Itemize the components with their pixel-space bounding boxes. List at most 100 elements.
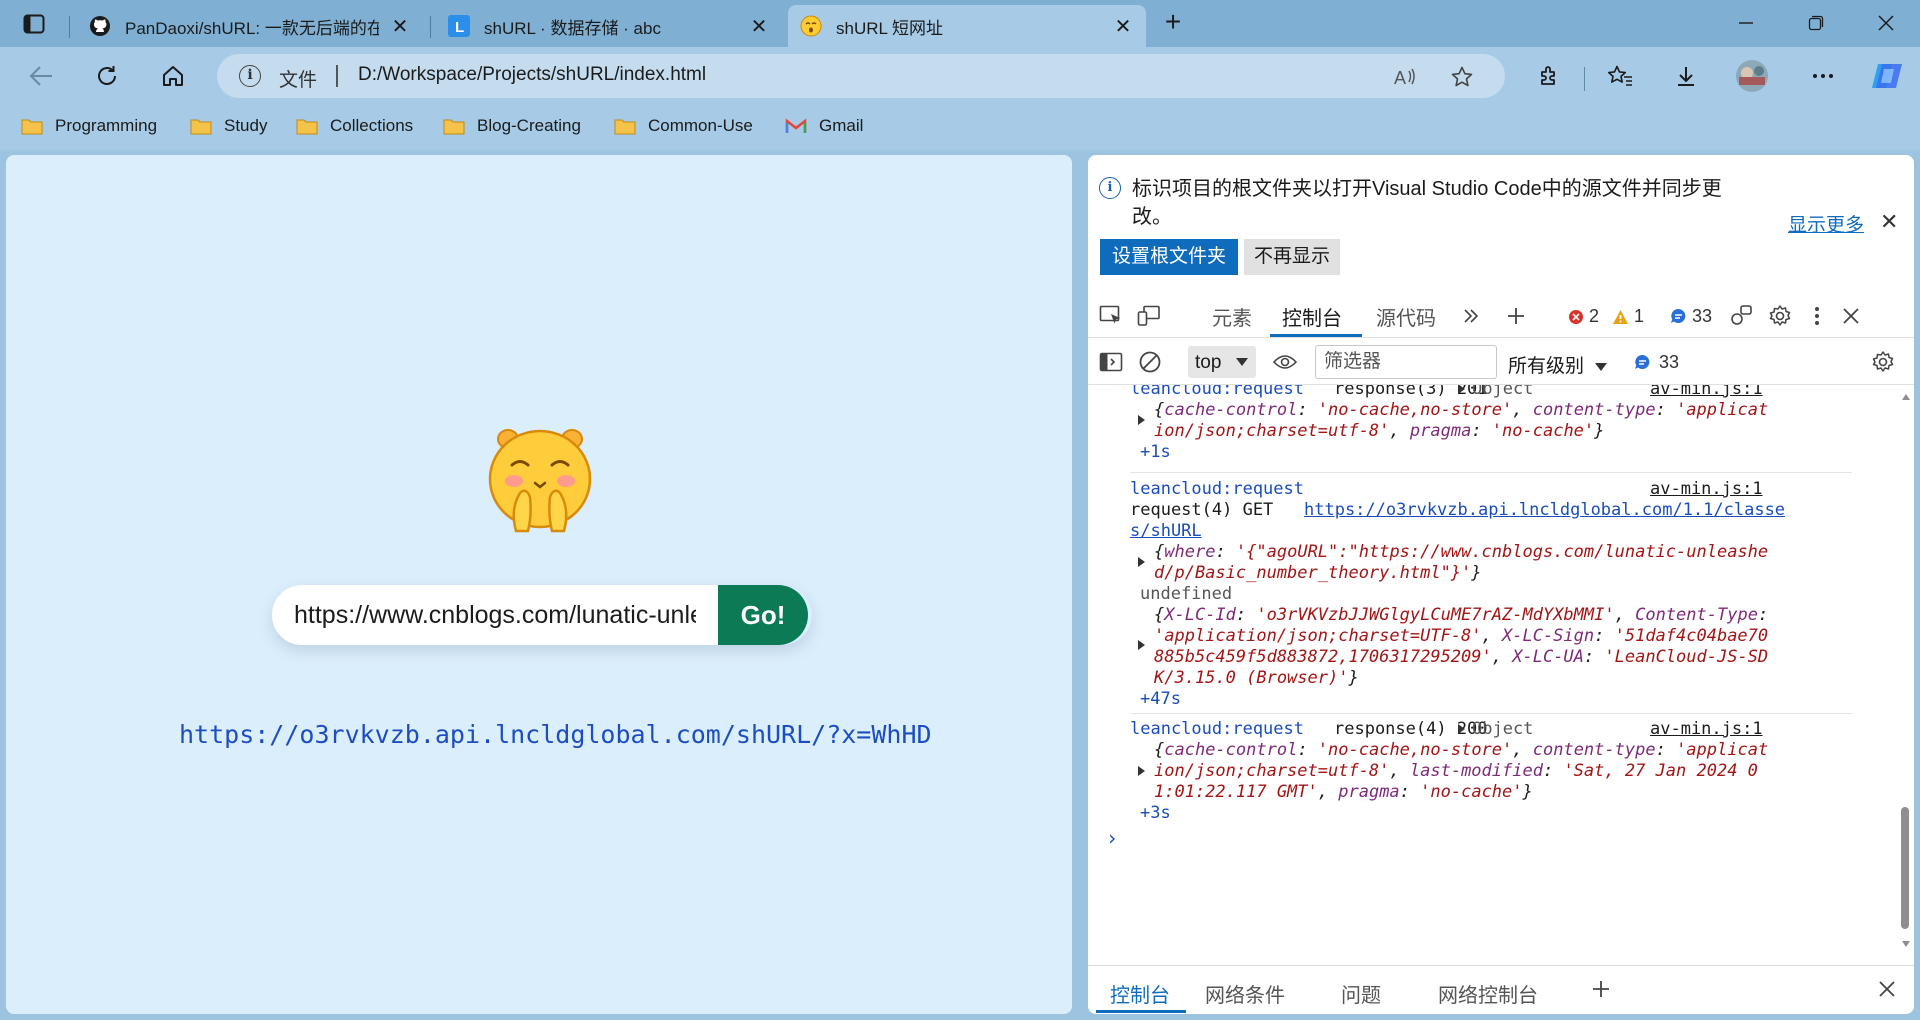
- page-viewport: Go! https://o3rvkvzb.api.lncldglobal.com…: [6, 155, 1072, 1014]
- tab-shurl[interactable]: shURL 短网址 ✕: [788, 5, 1146, 47]
- bookmark-gmail[interactable]: Gmail: [785, 116, 863, 136]
- log-headers-preview[interactable]: {X-LC-Id: 'o3rVKVzbJJWGlgyLCuME7rAZ-MdYX…: [1154, 605, 1768, 626]
- short-url-link[interactable]: https://o3rvkvzb.api.lncldglobal.com/shU…: [179, 720, 932, 749]
- clear-console-icon[interactable]: [1137, 349, 1163, 375]
- bookmark-collections[interactable]: Collections: [296, 116, 413, 136]
- live-expression-eye-icon[interactable]: [1272, 349, 1298, 375]
- log-timing: +1s: [1140, 442, 1171, 462]
- tab-console[interactable]: 控制台: [1282, 302, 1342, 331]
- bookmark-label: Collections: [330, 116, 414, 135]
- console-settings-icon[interactable]: [1870, 349, 1896, 375]
- expand-triangle-icon[interactable]: [1458, 724, 1465, 734]
- show-sidebar-icon[interactable]: [1098, 349, 1124, 375]
- settings-gear-icon[interactable]: [1767, 303, 1793, 329]
- close-devtools-icon[interactable]: [1838, 303, 1864, 329]
- profile-avatar[interactable]: [1735, 59, 1769, 93]
- filter-input[interactable]: [1315, 345, 1497, 379]
- tab-elements[interactable]: 元素: [1212, 302, 1252, 331]
- warning-count-badge[interactable]: 1: [1612, 306, 1644, 327]
- log-source-link[interactable]: av-min.js:1: [1650, 719, 1763, 740]
- go-button[interactable]: Go!: [718, 585, 808, 645]
- dont-show-again-button[interactable]: 不再显示: [1244, 239, 1340, 275]
- issues-feedback-icon[interactable]: [1728, 303, 1754, 329]
- tab-actions-icon[interactable]: [18, 9, 50, 39]
- toolbar-divider: [1584, 67, 1585, 91]
- site-info-icon[interactable]: i: [239, 65, 261, 87]
- extensions-icon[interactable]: [1532, 59, 1566, 93]
- drawer-tab-network-console[interactable]: 网络控制台: [1438, 979, 1538, 1008]
- log-object-preview[interactable]: {where: '{"agoURL":"https://www.cnblogs.…: [1154, 542, 1768, 563]
- add-tool-icon[interactable]: [1503, 303, 1529, 329]
- error-icon: [1569, 309, 1583, 324]
- log-request-url[interactable]: https://o3rvkvzb.api.lncldglobal.com/1.1…: [1304, 500, 1785, 521]
- active-drawer-indicator: [1096, 1010, 1186, 1013]
- tab-title: shURL · 数据存储 · abc: [484, 18, 661, 38]
- bookmark-label: Programming: [55, 116, 158, 135]
- add-drawer-tool-icon[interactable]: [1588, 976, 1614, 1002]
- new-tab-icon[interactable]: +: [1158, 8, 1188, 38]
- copilot-icon[interactable]: [1867, 59, 1907, 93]
- tab-leancloud[interactable]: L shURL · 数据存储 · abc ✕: [436, 5, 782, 47]
- message-count-badge[interactable]: 33: [1670, 306, 1712, 327]
- downloads-icon[interactable]: [1669, 59, 1703, 93]
- message-count: 33: [1659, 352, 1680, 372]
- read-aloud-icon[interactable]: A: [1393, 65, 1417, 89]
- log-object-label[interactable]: Object: [1472, 385, 1533, 400]
- address-bar[interactable]: i 文件 D:/Workspace/Projects/shURL/index.h…: [217, 54, 1505, 98]
- console-prompt-icon[interactable]: ›: [1106, 826, 1118, 850]
- expand-triangle-icon[interactable]: [1138, 415, 1145, 425]
- drawer-tab-network-conditions[interactable]: 网络条件: [1205, 979, 1285, 1008]
- log-namespace: leancloud:request: [1130, 479, 1304, 499]
- bookmark-common-use[interactable]: Common-Use: [614, 116, 753, 136]
- log-object-preview-cont: 1:01:22.117 GMT', pragma: 'no-cache'}: [1154, 782, 1533, 802]
- log-source-link[interactable]: av-min.js:1: [1650, 385, 1763, 400]
- error-count-badge[interactable]: 2: [1568, 306, 1599, 327]
- customize-menu-icon[interactable]: [1804, 303, 1830, 329]
- gmail-icon: [785, 117, 807, 135]
- bookmark-blog-creating[interactable]: Blog-Creating: [443, 116, 581, 136]
- close-window-icon[interactable]: [1871, 8, 1901, 38]
- log-source-link[interactable]: av-min.js:1: [1650, 479, 1763, 500]
- log-request-url-cont[interactable]: s/shURL: [1130, 521, 1202, 542]
- log-timing: +3s: [1140, 803, 1171, 823]
- refresh-icon[interactable]: [90, 59, 124, 93]
- close-tab-icon[interactable]: ✕: [389, 15, 411, 38]
- expand-triangle-icon[interactable]: [1458, 385, 1465, 394]
- levels-label: 所有级别: [1508, 356, 1585, 377]
- expand-triangle-icon[interactable]: [1138, 640, 1145, 650]
- long-url-input[interactable]: [272, 585, 718, 645]
- log-object-preview[interactable]: {cache-control: 'no-cache,no-store', con…: [1154, 740, 1768, 761]
- expand-triangle-icon[interactable]: [1138, 557, 1145, 567]
- minimize-icon[interactable]: [1731, 8, 1761, 38]
- toolbar-message-count[interactable]: 33: [1634, 352, 1679, 373]
- inspect-element-icon[interactable]: [1098, 303, 1124, 329]
- close-drawer-icon[interactable]: [1874, 976, 1900, 1002]
- bookmark-study[interactable]: Study: [190, 116, 267, 136]
- drawer-tab-issues[interactable]: 问题: [1341, 979, 1381, 1008]
- tab-github[interactable]: PanDaoxi/shURL: 一款无后端的在 ✕: [77, 5, 423, 47]
- expand-triangle-icon[interactable]: [1138, 766, 1145, 776]
- scrollbar-thumb[interactable]: [1901, 807, 1909, 929]
- log-levels-dropdown[interactable]: 所有级别: [1508, 351, 1608, 378]
- log-object-label[interactable]: Object: [1472, 719, 1533, 740]
- bookmark-programming[interactable]: Programming: [21, 116, 157, 136]
- more-options-icon[interactable]: [1806, 59, 1840, 93]
- more-tabs-icon[interactable]: [1458, 303, 1484, 329]
- context-selector[interactable]: top: [1188, 346, 1256, 378]
- show-more-link[interactable]: 显示更多: [1788, 210, 1864, 237]
- close-tab-icon[interactable]: ✕: [1112, 15, 1134, 38]
- log-object-preview[interactable]: {cache-control: 'no-cache,no-store', con…: [1154, 400, 1768, 421]
- close-infobar-icon[interactable]: ✕: [1880, 209, 1898, 235]
- drawer-tab-console[interactable]: 控制台: [1110, 979, 1170, 1008]
- favorites-icon[interactable]: [1603, 59, 1637, 93]
- favorite-star-icon[interactable]: [1450, 65, 1474, 89]
- log-headers-preview-cont: 885b5c459f5d883872,1706317295209', X-LC-…: [1154, 647, 1769, 667]
- url-text[interactable]: D:/Workspace/Projects/shURL/index.html: [358, 64, 706, 86]
- close-tab-icon[interactable]: ✕: [748, 15, 770, 38]
- restore-icon[interactable]: [1801, 8, 1831, 38]
- back-icon[interactable]: [24, 59, 58, 93]
- set-root-folder-button[interactable]: 设置根文件夹: [1100, 239, 1238, 275]
- tab-sources[interactable]: 源代码: [1376, 302, 1436, 331]
- home-icon[interactable]: [156, 59, 190, 93]
- device-emulation-icon[interactable]: [1136, 303, 1162, 329]
